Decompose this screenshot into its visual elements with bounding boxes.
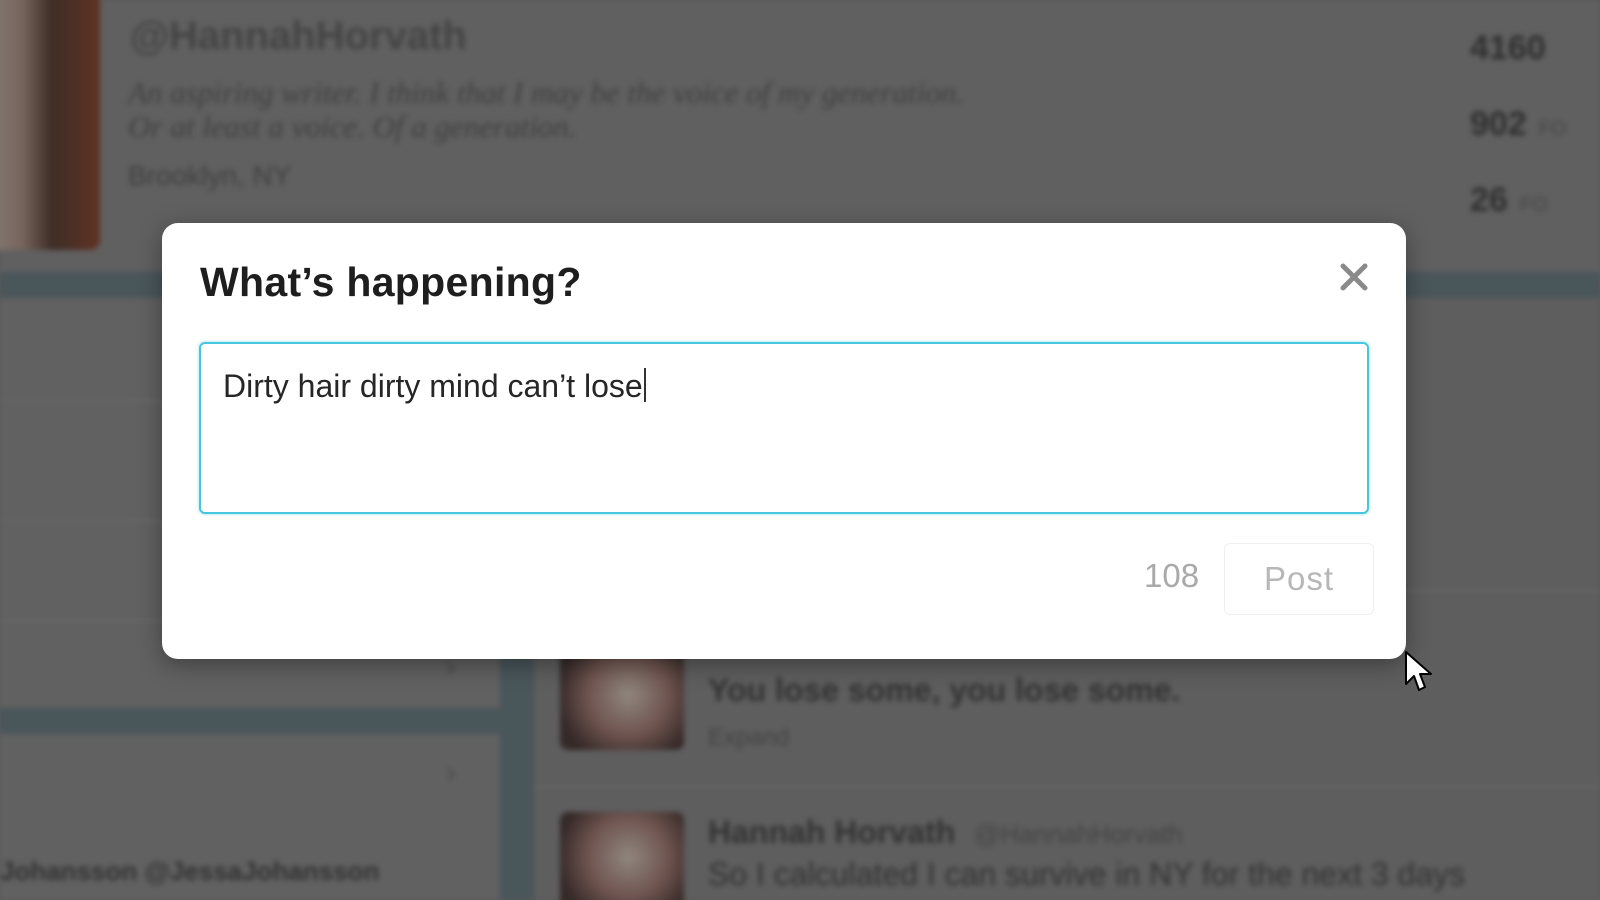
post-button[interactable]: Post [1224,543,1374,615]
arrow-cursor-icon [1405,651,1432,691]
compose-text: Dirty hair dirty mind can’t lose [223,368,643,404]
compose-modal: What’s happening? Dirty hair dirty mind … [162,223,1406,659]
text-caret [643,368,646,402]
compose-textarea[interactable]: Dirty hair dirty mind can’t lose [199,342,1369,514]
character-counter: 108 [1144,557,1200,594]
close-button[interactable] [1332,255,1376,299]
close-icon [1340,263,1368,291]
modal-title: What’s happening? [200,259,582,305]
